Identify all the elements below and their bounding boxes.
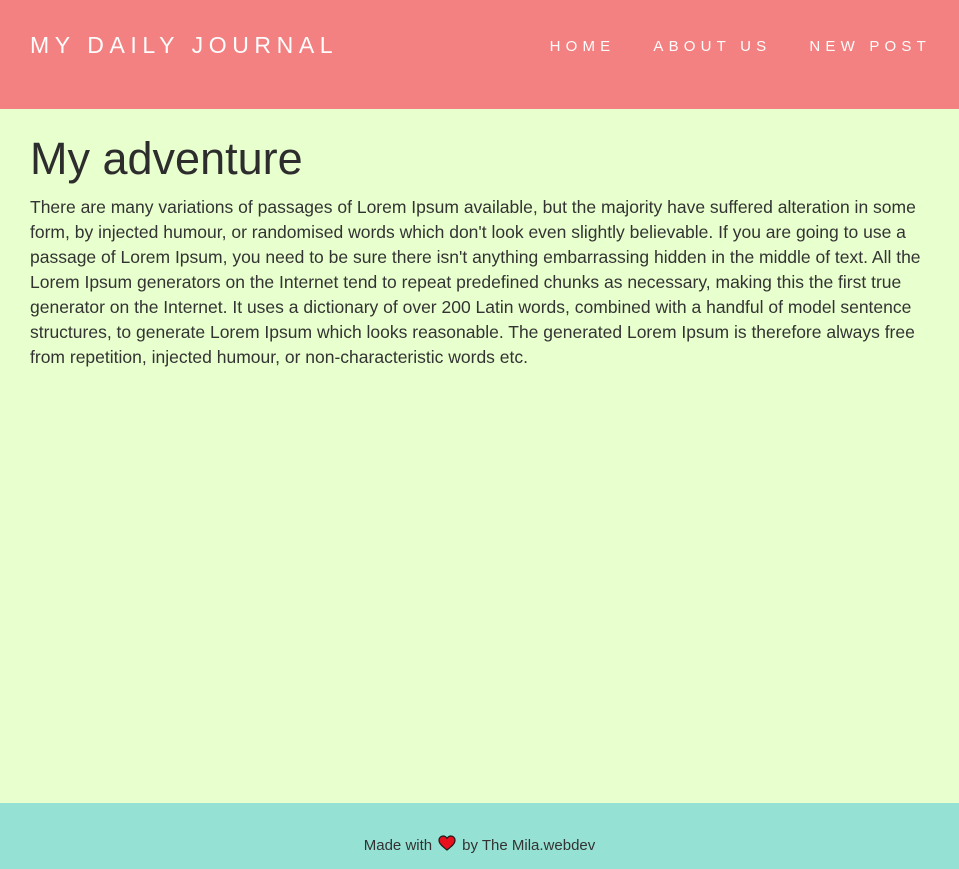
site-header: MY DAILY JOURNAL HOME ABOUT US NEW POST bbox=[0, 0, 959, 109]
nav-item-home: HOME bbox=[550, 38, 616, 56]
nav-link-about-us[interactable]: ABOUT US bbox=[653, 38, 771, 55]
footer-prefix-text: Made with bbox=[363, 836, 433, 854]
nav-link-home[interactable]: HOME bbox=[550, 38, 616, 55]
site-footer: Made with by The Mila.webdev bbox=[0, 803, 959, 869]
site-brand-link[interactable]: MY DAILY JOURNAL bbox=[30, 32, 338, 59]
nav-item-new-post: NEW POST bbox=[809, 38, 931, 56]
post-body: There are many variations of passages of… bbox=[30, 197, 921, 367]
main-nav: HOME ABOUT US NEW POST bbox=[550, 38, 931, 56]
post-title: My adventure bbox=[30, 133, 303, 184]
nav-item-about-us: ABOUT US bbox=[653, 38, 771, 56]
heart-icon bbox=[438, 835, 456, 855]
post-content: My adventure There are many variations o… bbox=[30, 109, 930, 370]
nav-link-new-post[interactable]: NEW POST bbox=[809, 38, 931, 55]
footer-suffix-text: by The Mila.webdev bbox=[462, 836, 596, 854]
